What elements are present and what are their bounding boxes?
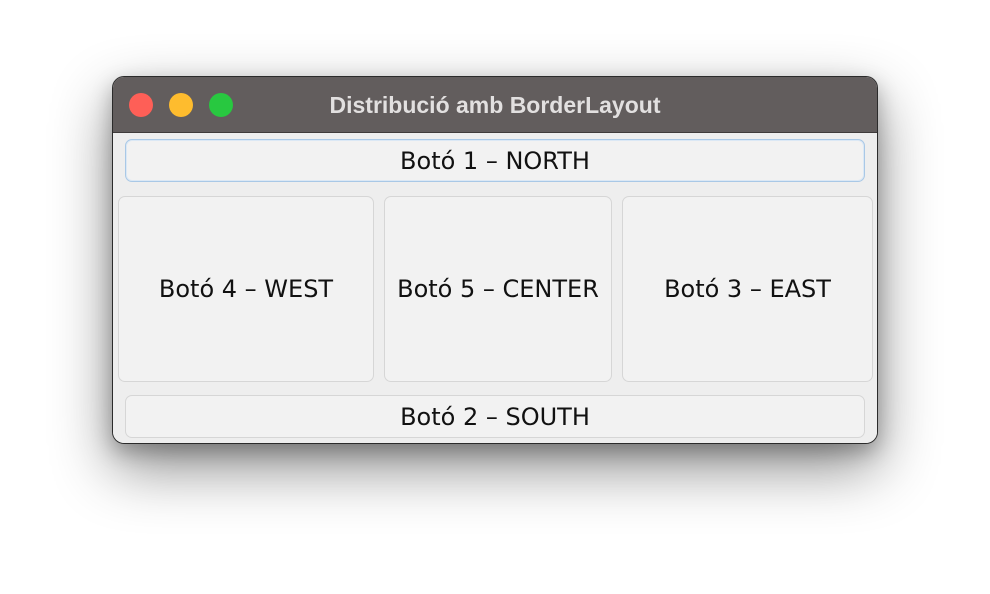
title-bar[interactable]: Distribució amb BorderLayout <box>113 77 877 133</box>
border-layout-panel: Botó 1 – NORTH Botó 4 – WEST Botó 5 – CE… <box>113 133 877 443</box>
center-button[interactable]: Botó 5 – CENTER <box>384 196 612 382</box>
south-button[interactable]: Botó 2 – SOUTH <box>125 395 865 438</box>
window-title: Distribució amb BorderLayout <box>329 92 661 118</box>
east-button[interactable]: Botó 3 – EAST <box>622 196 873 382</box>
north-button[interactable]: Botó 1 – NORTH <box>125 139 865 182</box>
west-button[interactable]: Botó 4 – WEST <box>118 196 374 382</box>
app-window: Distribució amb BorderLayout Botó 1 – NO… <box>112 76 878 444</box>
